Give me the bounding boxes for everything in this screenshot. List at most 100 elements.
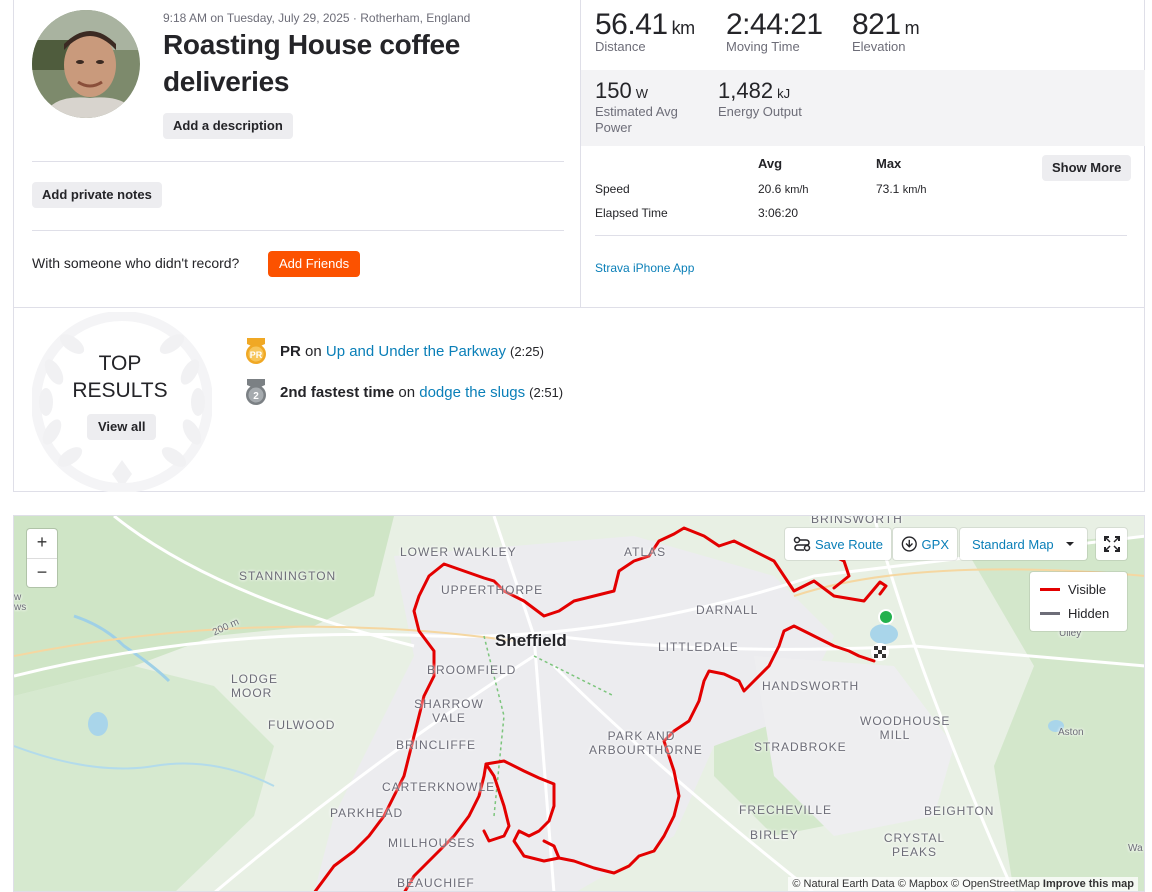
divider — [32, 230, 564, 231]
speed-avg: 20.6 km/h — [758, 182, 809, 196]
gpx-button[interactable]: GPX — [893, 528, 957, 560]
save-route-button[interactable]: Save Route — [785, 528, 891, 560]
elevation-value: 821 — [852, 8, 901, 41]
show-more-button[interactable]: Show More — [1042, 155, 1132, 181]
activity-date-location: 9:18 AM on Tuesday, July 29, 2025 · Roth… — [163, 11, 471, 25]
speed-max: 73.1 km/h — [876, 182, 927, 196]
chevron-down-icon — [1066, 542, 1074, 546]
with-someone-text: With someone who didn't record? — [32, 255, 240, 271]
divider — [595, 235, 1127, 236]
stat-elevation: 821 m Elevation — [852, 8, 920, 54]
map-canvas[interactable] — [14, 516, 1145, 892]
secondary-stats: 150 W Estimated Avg Power 1,482 kJ Energy … — [581, 70, 1145, 146]
map-label: STANNINGTON — [239, 569, 337, 583]
map-label: ATLAS — [624, 545, 667, 559]
stat-power: 150 W Estimated Avg Power — [595, 78, 695, 136]
map-attribution: © Natural Earth Data © Mapbox © OpenStre… — [788, 877, 1138, 891]
distance-value: 56.41 — [595, 8, 668, 41]
map-label: BRINCLIFFE — [396, 738, 477, 752]
legend-hidden[interactable]: Hidden — [1040, 606, 1109, 621]
map-label: MILLHOUSES — [388, 836, 476, 850]
map-label: BIRLEY — [750, 828, 799, 842]
svg-text:PR: PR — [250, 350, 263, 360]
map-label: PARKHEAD — [330, 806, 404, 820]
stat-moving-time: 2:44:21 Moving Time — [726, 8, 823, 54]
segment-link[interactable]: Up and Under the Parkway — [326, 343, 506, 360]
energy-value: 1,482 — [718, 78, 774, 103]
achievement-time: (2:25) — [509, 343, 544, 359]
map-label: UPPERTHORPE — [441, 583, 544, 597]
route-legend: Visible Hidden — [1030, 572, 1127, 631]
map-label: BROOMFIELD — [427, 663, 517, 677]
map-label: BEAUCHIEF — [397, 876, 475, 890]
speed-max-value: 73.1 — [876, 182, 900, 196]
pr-medal-icon: PR — [246, 338, 266, 364]
map-label: WOODHOUSE MILL — [860, 714, 951, 742]
power-unit: W — [635, 86, 648, 101]
fullscreen-icon — [1103, 536, 1120, 552]
map-label: DARNALL — [696, 603, 759, 617]
achievement-row: 2 2nd fastest time on dodge the slugs (2:… — [243, 378, 563, 406]
segment-link[interactable]: dodge the slugs — [419, 384, 525, 401]
col-avg-header: Avg — [758, 156, 783, 171]
map-label: LODGE MOOR — [231, 672, 279, 700]
top-results-title: TOP RESULTS — [72, 352, 168, 402]
divider — [32, 161, 564, 162]
add-friends-button[interactable]: Add Friends — [268, 251, 361, 277]
activity-title: Roasting House coffee deliveries — [163, 29, 461, 97]
map-label-city: Sheffield — [495, 631, 567, 650]
view-all-button[interactable]: View all — [87, 414, 157, 440]
energy-unit: kJ — [777, 86, 791, 101]
second-place-medal-icon: 2 — [246, 379, 266, 405]
zoom-out-button[interactable]: − — [27, 558, 57, 587]
map-label: FULWOOD — [268, 718, 336, 732]
map-label: CARTERKNOWLE — [382, 780, 496, 794]
top-results-card: TOP RESULTS View all PR PR on Up and Und… — [13, 308, 1145, 492]
add-description-button[interactable]: Add a description — [163, 113, 293, 139]
map-label: STRADBROKE — [754, 740, 847, 754]
achievement-rank: 2nd fastest time — [280, 383, 395, 401]
attribution-text: © Natural Earth Data © Mapbox © OpenStre… — [792, 878, 1040, 890]
device-link[interactable]: Strava iPhone App — [595, 261, 694, 275]
map-label: FRECHEVILLE — [739, 803, 833, 817]
fullscreen-button[interactable] — [1096, 528, 1127, 560]
zoom-in-button[interactable]: + — [27, 529, 57, 558]
add-private-notes-button[interactable]: Add private notes — [32, 182, 162, 208]
speed-avg-value: 20.6 — [758, 182, 782, 196]
gpx-label: GPX — [921, 536, 949, 552]
start-marker — [878, 609, 894, 625]
achievement-row: PR PR on Up and Under the Parkway (2:25) — [243, 337, 544, 365]
speed-unit: km/h — [902, 184, 927, 196]
improve-map-link[interactable]: Improve this map — [1043, 878, 1134, 890]
achievement-time: (2:51) — [529, 384, 564, 400]
map-style-select[interactable]: Standard Map — [960, 528, 1087, 560]
activity-summary-card: 9:18 AM on Tuesday, July 29, 2025 · Roth… — [13, 0, 1145, 308]
power-label: Estimated Avg Power — [595, 104, 678, 135]
map-label: HANDSWORTH — [762, 679, 860, 693]
finish-flag-icon — [871, 643, 889, 661]
map-label: PARK AND ARBOURTHORNE — [589, 729, 703, 757]
map-label: CRYSTAL PEAKS — [883, 831, 946, 859]
athlete-avatar[interactable] — [32, 10, 140, 118]
activity-header: 9:18 AM on Tuesday, July 29, 2025 · Roth… — [14, 0, 581, 307]
legend-visible[interactable]: Visible — [1040, 582, 1106, 597]
route-icon — [793, 536, 811, 552]
legend-visible-label: Visible — [1068, 582, 1107, 597]
route-map[interactable]: BRINSWORTH LOWER WALKLEY ATLAS STANNINGT… — [13, 515, 1145, 892]
download-icon — [901, 536, 917, 552]
stat-distance: 56.41 km Distance — [595, 8, 695, 54]
map-label: BRINSWORTH — [811, 515, 903, 526]
hidden-swatch — [1040, 612, 1060, 615]
map-label: LOWER WALKLEY — [400, 545, 517, 559]
elevation-unit: m — [904, 18, 920, 38]
moving-time-value: 2:44:21 — [726, 8, 823, 41]
map-label: LITTLEDALE — [658, 640, 739, 654]
visible-swatch — [1040, 588, 1060, 591]
primary-stats: 56.41 km Distance 2:44:21 Moving Time 821… — [581, 0, 1145, 70]
map-label: Aston — [1058, 727, 1084, 738]
map-style-value: Standard Map — [972, 536, 1054, 552]
map-label: w — [14, 592, 22, 603]
speed-unit: km/h — [784, 184, 809, 196]
map-label: BEIGHTON — [924, 804, 995, 818]
svg-text:2: 2 — [253, 391, 259, 402]
